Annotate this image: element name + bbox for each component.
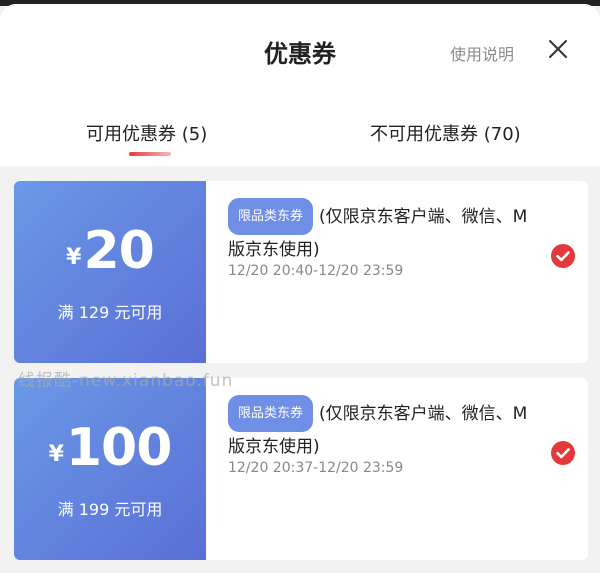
tab-unavailable-coupons[interactable]: 不可用优惠券 (70) bbox=[370, 120, 521, 146]
usage-instructions-link[interactable]: 使用说明 bbox=[450, 41, 514, 65]
category-tag: 限品类东券 bbox=[228, 395, 314, 432]
coupon-description: 限品类东券 (仅限京东客户端、微信、M版京东使用) bbox=[228, 395, 528, 463]
coupon-card[interactable]: ¥100 满 199 元可用 限品类东券 (仅限京东客户端、微信、M版京东使用) … bbox=[14, 378, 588, 560]
amount-value: 20 bbox=[83, 221, 154, 281]
currency-symbol: ¥ bbox=[48, 442, 64, 467]
coupon-amount: ¥100 bbox=[14, 418, 206, 478]
coupon-valid-time: 12/20 20:40-12/20 23:59 bbox=[228, 263, 404, 279]
coupon-description: 限品类东券 (仅限京东客户端、微信、M版京东使用) bbox=[228, 198, 528, 266]
coupon-select-checkbox[interactable] bbox=[550, 440, 576, 466]
coupon-select-checkbox[interactable] bbox=[550, 243, 576, 269]
coupon-valid-time: 12/20 20:37-12/20 23:59 bbox=[228, 460, 404, 476]
coupon-sheet-header: 优惠券 使用说明 可用优惠券 (5) 不可用优惠券 (70) bbox=[0, 4, 600, 166]
coupon-amount: ¥20 bbox=[14, 221, 206, 281]
coupon-amount-panel: ¥20 满 129 元可用 bbox=[14, 181, 206, 363]
close-icon bbox=[549, 40, 567, 58]
currency-symbol: ¥ bbox=[66, 245, 82, 270]
coupon-card[interactable]: ¥20 满 129 元可用 限品类东券 (仅限京东客户端、微信、M版京东使用) 1… bbox=[14, 181, 588, 363]
coupon-amount-panel: ¥100 满 199 元可用 bbox=[14, 378, 206, 560]
active-tab-indicator bbox=[129, 152, 171, 156]
close-button[interactable] bbox=[543, 34, 573, 64]
amount-value: 100 bbox=[65, 418, 173, 478]
coupon-condition: 满 129 元可用 bbox=[57, 303, 163, 322]
tab-available-coupons[interactable]: 可用优惠券 (5) bbox=[86, 120, 207, 146]
category-tag: 限品类东券 bbox=[228, 198, 314, 235]
coupon-condition: 满 199 元可用 bbox=[57, 500, 163, 519]
checkmark-circle-icon bbox=[551, 244, 575, 268]
checkmark-circle-icon bbox=[551, 441, 575, 465]
watermark-text: 线报酷-new.xianbao.fun bbox=[18, 371, 234, 391]
